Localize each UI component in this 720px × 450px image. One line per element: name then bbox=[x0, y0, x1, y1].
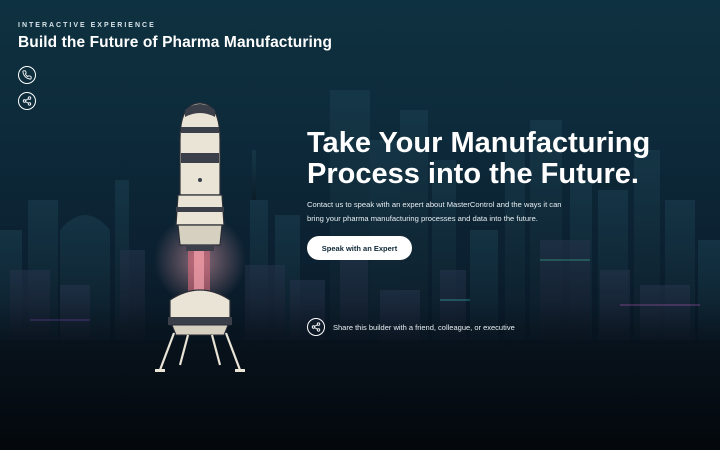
share-button[interactable] bbox=[18, 92, 36, 110]
hero-headline-line-2: Process into the Future. bbox=[307, 158, 639, 190]
rocket-illustration bbox=[155, 102, 245, 372]
hero-headline-line-1: Take Your Manufacturing bbox=[307, 127, 651, 159]
share-builder-link[interactable]: Share this builder with a friend, collea… bbox=[307, 318, 515, 336]
share-icon bbox=[22, 96, 32, 106]
hero-headline: Take Your Manufacturing Process into the… bbox=[307, 128, 687, 190]
phone-icon bbox=[22, 70, 32, 80]
page-header: INTERACTIVE EXPERIENCE Build the Future … bbox=[18, 22, 332, 52]
hero-body: Contact us to speak with an expert about… bbox=[307, 200, 562, 223]
eyebrow-label: INTERACTIVE EXPERIENCE bbox=[18, 22, 156, 29]
share-builder-label[interactable]: Share this builder with a friend, collea… bbox=[333, 323, 515, 332]
share-circle[interactable] bbox=[307, 318, 325, 336]
speak-with-expert-button[interactable]: Speak with an Expert bbox=[307, 236, 412, 260]
phone-button[interactable] bbox=[18, 66, 36, 84]
share-icon bbox=[311, 322, 321, 332]
page-title: Build the Future of Pharma Manufacturing bbox=[18, 34, 333, 51]
